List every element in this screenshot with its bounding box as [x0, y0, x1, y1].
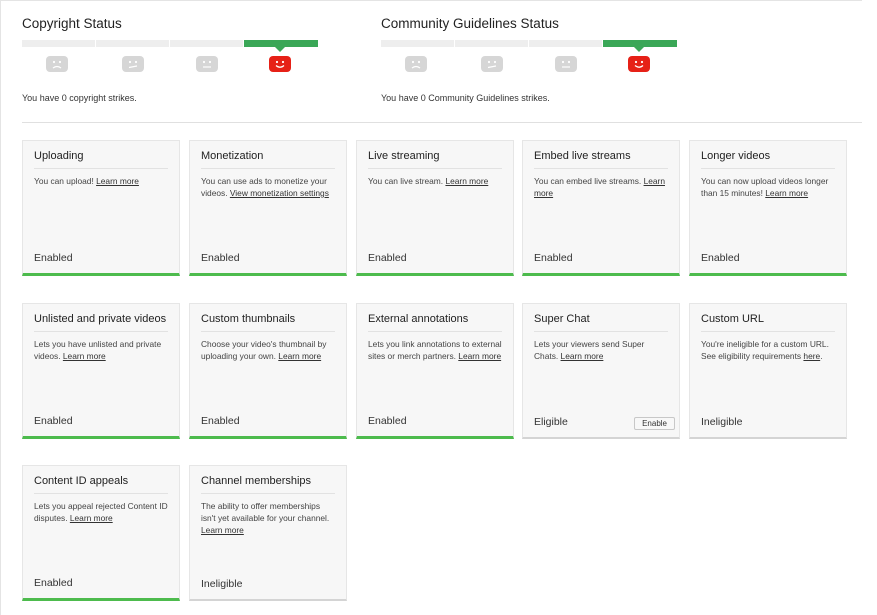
enable-button[interactable]: Enable [634, 417, 675, 430]
learn-more-link[interactable]: View monetization settings [230, 188, 329, 198]
guidelines-faces [381, 56, 681, 78]
copyright-strikes-text: You have 0 copyright strikes. [22, 93, 137, 103]
feature-title: Channel memberships [201, 475, 335, 494]
section-divider [22, 122, 862, 123]
feature-status: Eligible [534, 416, 568, 428]
strike-segment-current [603, 40, 677, 52]
feature-title: Super Chat [534, 313, 668, 332]
copyright-faces [22, 56, 322, 78]
feature-description: Choose your video's thumbnail by uploadi… [201, 338, 335, 362]
feature-title: Content ID appeals [34, 475, 168, 494]
feature-card: External annotations Lets you link annota… [356, 303, 514, 439]
feature-card: Longer videos You can now upload videos l… [689, 140, 847, 276]
feature-title: Unlisted and private videos [34, 313, 168, 332]
learn-more-link[interactable]: Learn more [201, 525, 244, 535]
feature-status: Enabled [34, 577, 73, 589]
copyright-strike-bar [22, 40, 322, 52]
feature-description: You can now upload videos longer than 15… [701, 175, 835, 199]
learn-more-link[interactable]: Learn more [445, 176, 488, 186]
feature-description: Lets you appeal rejected Content ID disp… [34, 500, 168, 524]
feature-title: Embed live streams [534, 150, 668, 169]
feature-description: You can use ads to monetize your videos.… [201, 175, 335, 199]
feature-status: Ineligible [201, 578, 243, 590]
top-border [0, 0, 862, 1]
meh-face-icon [481, 56, 503, 72]
learn-more-link[interactable]: Learn more [63, 351, 106, 361]
feature-status: Enabled [368, 415, 407, 427]
feature-status: Enabled [368, 252, 407, 264]
feature-status: Enabled [534, 252, 573, 264]
happy-face-icon [628, 56, 650, 72]
feature-description: You can embed live streams. Learn more [534, 175, 668, 199]
learn-more-link[interactable]: Learn more [561, 351, 604, 361]
feature-status: Enabled [201, 415, 240, 427]
sad-face-icon [405, 56, 427, 72]
strike-segment [381, 40, 454, 47]
feature-card: Super Chat Lets your viewers send Super C… [522, 303, 680, 439]
guidelines-status-title: Community Guidelines Status [381, 16, 559, 31]
feature-description: You can live stream. Learn more [368, 175, 502, 187]
feature-status: Enabled [34, 252, 73, 264]
strike-segment [455, 40, 528, 47]
feature-title: Monetization [201, 150, 335, 169]
feature-description: You can upload! Learn more [34, 175, 168, 187]
feature-title: Custom URL [701, 313, 835, 332]
feature-status: Enabled [201, 252, 240, 264]
strike-segment-current [244, 40, 318, 52]
learn-more-link[interactable]: Learn more [96, 176, 139, 186]
feature-description: Lets your viewers send Super Chats. Lear… [534, 338, 668, 362]
feature-title: Custom thumbnails [201, 313, 335, 332]
feature-description-text: The ability to offer memberships isn't y… [201, 501, 330, 523]
learn-more-link[interactable]: here [803, 351, 820, 361]
feature-description: Lets you link annotations to external si… [368, 338, 502, 362]
strike-segment [22, 40, 95, 47]
feature-title: Longer videos [701, 150, 835, 169]
feature-title: External annotations [368, 313, 502, 332]
feature-description-suffix: . [820, 351, 823, 361]
feature-title: Live streaming [368, 150, 502, 169]
feature-card: Unlisted and private videos Lets you have… [22, 303, 180, 439]
feature-description: You're ineligible for a custom URL. See … [701, 338, 835, 362]
feature-status: Ineligible [701, 416, 743, 428]
strike-segment [170, 40, 243, 47]
learn-more-link[interactable]: Learn more [278, 351, 321, 361]
feature-card: Uploading You can upload! Learn more Enabl… [22, 140, 180, 276]
feature-title: Uploading [34, 150, 168, 169]
feature-status: Enabled [34, 415, 73, 427]
sad-face-icon [46, 56, 68, 72]
feature-card: Monetization You can use ads to monetize … [189, 140, 347, 276]
strike-segment [529, 40, 602, 47]
feature-card: Custom URL You're ineligible for a custom… [689, 303, 847, 439]
happy-face-icon [269, 56, 291, 72]
feature-card: Channel memberships The ability to offer … [189, 465, 347, 601]
feature-card: Content ID appeals Lets you appeal reject… [22, 465, 180, 601]
feature-description: The ability to offer memberships isn't y… [201, 500, 335, 536]
copyright-status-title: Copyright Status [22, 16, 122, 31]
left-border [0, 0, 1, 615]
guidelines-status-section: Community Guidelines Status You have 0 C… [381, 16, 681, 103]
feature-status: Enabled [701, 252, 740, 264]
feature-description-text: You can embed live streams. [534, 176, 644, 186]
feature-description: Lets you have unlisted and private video… [34, 338, 168, 362]
feature-card: Embed live streams You can embed live str… [522, 140, 680, 276]
neutral-face-icon [555, 56, 577, 72]
feature-description-text: You can upload! [34, 176, 97, 186]
learn-more-link[interactable]: Learn more [765, 188, 808, 198]
neutral-face-icon [196, 56, 218, 72]
strike-segment [96, 40, 169, 47]
meh-face-icon [122, 56, 144, 72]
learn-more-link[interactable]: Learn more [70, 513, 113, 523]
learn-more-link[interactable]: Learn more [458, 351, 501, 361]
feature-description-text: You can live stream. [368, 176, 446, 186]
feature-card: Custom thumbnails Choose your video's thu… [189, 303, 347, 439]
copyright-status-section: Copyright Status You have 0 copyright st… [22, 16, 322, 103]
guidelines-strikes-text: You have 0 Community Guidelines strikes. [381, 93, 550, 103]
guidelines-strike-bar [381, 40, 681, 52]
feature-card: Live streaming You can live stream. Learn… [356, 140, 514, 276]
